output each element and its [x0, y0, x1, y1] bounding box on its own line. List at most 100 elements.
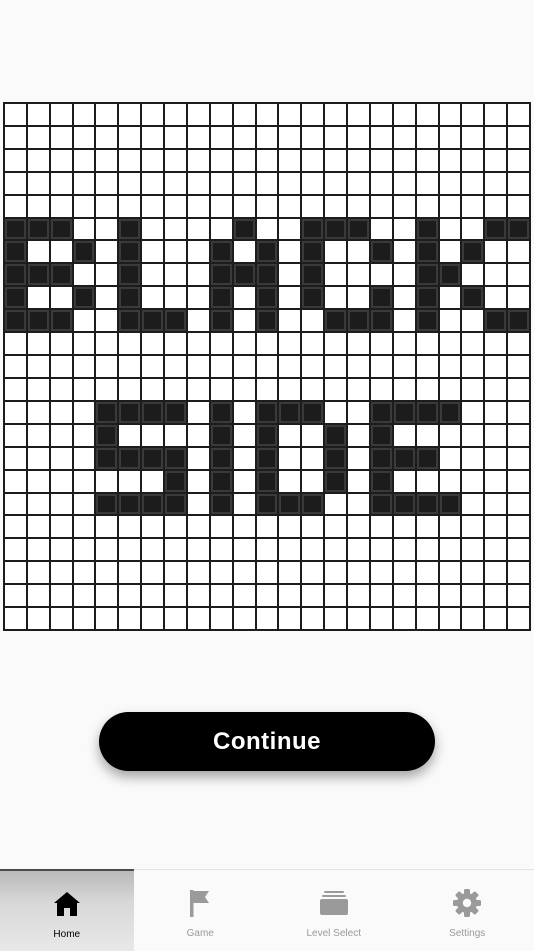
grid-cell-empty[interactable] [142, 471, 163, 492]
grid-cell-empty[interactable] [508, 264, 529, 285]
grid-cell-empty[interactable] [417, 104, 438, 125]
grid-cell-empty[interactable] [28, 287, 49, 308]
grid-cell-filled[interactable] [96, 402, 117, 423]
grid-cell-empty[interactable] [302, 585, 323, 606]
grid-cell-empty[interactable] [165, 150, 186, 171]
grid-cell-empty[interactable] [234, 127, 255, 148]
grid-cell-empty[interactable] [325, 104, 346, 125]
grid-cell-empty[interactable] [440, 471, 461, 492]
grid-cell-empty[interactable] [394, 219, 415, 240]
grid-cell-empty[interactable] [371, 333, 392, 354]
grid-cell-empty[interactable] [348, 471, 369, 492]
grid-cell-filled[interactable] [417, 264, 438, 285]
grid-cell-empty[interactable] [485, 104, 506, 125]
grid-cell-empty[interactable] [508, 448, 529, 469]
grid-cell-empty[interactable] [371, 562, 392, 583]
grid-cell-empty[interactable] [5, 562, 26, 583]
grid-cell-empty[interactable] [485, 150, 506, 171]
grid-cell-empty[interactable] [188, 241, 209, 262]
grid-cell-empty[interactable] [394, 264, 415, 285]
grid-cell-empty[interactable] [462, 379, 483, 400]
grid-cell-filled[interactable] [5, 287, 26, 308]
grid-cell-empty[interactable] [302, 562, 323, 583]
grid-cell-filled[interactable] [74, 241, 95, 262]
grid-cell-filled[interactable] [257, 494, 278, 515]
grid-cell-empty[interactable] [485, 562, 506, 583]
grid-cell-empty[interactable] [394, 333, 415, 354]
grid-cell-empty[interactable] [440, 173, 461, 194]
grid-cell-filled[interactable] [371, 310, 392, 331]
grid-cell-empty[interactable] [440, 150, 461, 171]
grid-cell-empty[interactable] [348, 127, 369, 148]
grid-cell-empty[interactable] [142, 539, 163, 560]
grid-cell-empty[interactable] [348, 104, 369, 125]
grid-cell-empty[interactable] [188, 310, 209, 331]
grid-cell-filled[interactable] [74, 287, 95, 308]
grid-cell-empty[interactable] [234, 173, 255, 194]
grid-cell-empty[interactable] [211, 196, 232, 217]
grid-cell-empty[interactable] [188, 585, 209, 606]
grid-cell-filled[interactable] [211, 264, 232, 285]
grid-cell-empty[interactable] [165, 539, 186, 560]
grid-cell-empty[interactable] [279, 356, 300, 377]
grid-cell-filled[interactable] [462, 241, 483, 262]
grid-cell-empty[interactable] [371, 379, 392, 400]
grid-cell-empty[interactable] [508, 379, 529, 400]
grid-cell-empty[interactable] [325, 333, 346, 354]
grid-cell-empty[interactable] [96, 471, 117, 492]
grid-cell-empty[interactable] [325, 287, 346, 308]
grid-cell-empty[interactable] [165, 219, 186, 240]
grid-cell-filled[interactable] [394, 494, 415, 515]
grid-cell-empty[interactable] [5, 173, 26, 194]
grid-cell-empty[interactable] [394, 471, 415, 492]
grid-cell-empty[interactable] [371, 539, 392, 560]
grid-cell-empty[interactable] [371, 196, 392, 217]
grid-cell-empty[interactable] [142, 516, 163, 537]
grid-cell-empty[interactable] [234, 585, 255, 606]
grid-cell-empty[interactable] [508, 539, 529, 560]
grid-cell-empty[interactable] [302, 310, 323, 331]
grid-cell-empty[interactable] [28, 379, 49, 400]
grid-cell-empty[interactable] [28, 402, 49, 423]
grid-cell-empty[interactable] [96, 516, 117, 537]
grid-cell-filled[interactable] [348, 219, 369, 240]
grid-cell-empty[interactable] [142, 104, 163, 125]
grid-cell-empty[interactable] [508, 150, 529, 171]
grid-cell-empty[interactable] [325, 264, 346, 285]
grid-cell-filled[interactable] [119, 264, 140, 285]
grid-cell-empty[interactable] [462, 585, 483, 606]
grid-cell-empty[interactable] [508, 402, 529, 423]
grid-cell-filled[interactable] [28, 219, 49, 240]
grid-cell-empty[interactable] [485, 448, 506, 469]
grid-cell-empty[interactable] [142, 150, 163, 171]
grid-cell-empty[interactable] [74, 150, 95, 171]
grid-cell-empty[interactable] [165, 379, 186, 400]
grid-cell-empty[interactable] [5, 471, 26, 492]
grid-cell-empty[interactable] [394, 425, 415, 446]
grid-cell-empty[interactable] [279, 539, 300, 560]
grid-cell-empty[interactable] [96, 608, 117, 629]
grid-cell-empty[interactable] [485, 196, 506, 217]
grid-cell-filled[interactable] [211, 448, 232, 469]
grid-cell-empty[interactable] [119, 333, 140, 354]
grid-cell-empty[interactable] [394, 173, 415, 194]
grid-cell-empty[interactable] [394, 104, 415, 125]
grid-cell-empty[interactable] [28, 356, 49, 377]
grid-cell-empty[interactable] [325, 241, 346, 262]
grid-cell-filled[interactable] [257, 448, 278, 469]
grid-cell-empty[interactable] [348, 287, 369, 308]
grid-cell-empty[interactable] [279, 219, 300, 240]
grid-cell-empty[interactable] [5, 494, 26, 515]
grid-cell-empty[interactable] [28, 471, 49, 492]
grid-cell-empty[interactable] [96, 310, 117, 331]
grid-cell-filled[interactable] [325, 425, 346, 446]
grid-cell-empty[interactable] [348, 150, 369, 171]
grid-cell-filled[interactable] [417, 494, 438, 515]
grid-cell-empty[interactable] [440, 219, 461, 240]
grid-cell-filled[interactable] [257, 471, 278, 492]
grid-cell-empty[interactable] [51, 585, 72, 606]
grid-cell-empty[interactable] [28, 448, 49, 469]
continue-button[interactable]: Continue [99, 712, 435, 771]
grid-cell-filled[interactable] [165, 310, 186, 331]
grid-cell-empty[interactable] [188, 356, 209, 377]
